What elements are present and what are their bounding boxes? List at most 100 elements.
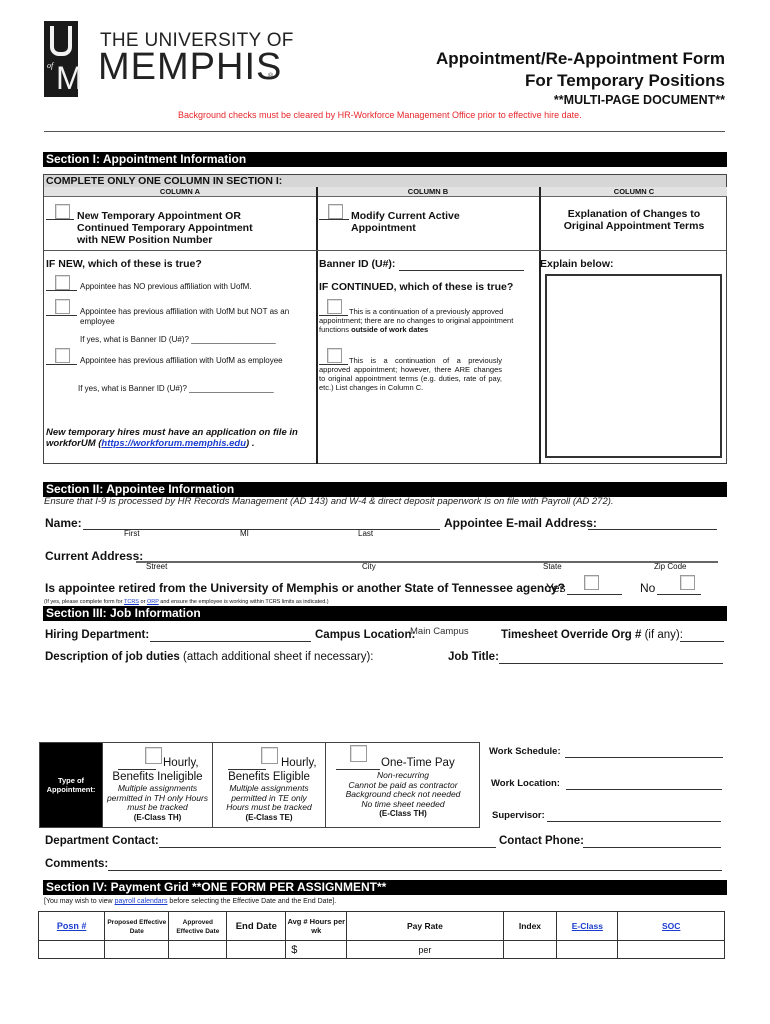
work-location-field[interactable] — [566, 789, 722, 790]
no-affiliation-label: Appointee has NO previous affiliation wi… — [80, 282, 252, 291]
hourly-eligible-checkbox[interactable] — [261, 747, 278, 764]
column-b-header: COLUMN B — [317, 187, 539, 197]
posn-cell[interactable] — [37, 940, 106, 959]
if-continued-question: IF CONTINUED, which of these is true? — [319, 281, 514, 293]
payment-grid-header-row: Posn # Proposed Effective Date Approved … — [37, 911, 725, 941]
col-pay-rate: Pay Rate — [346, 911, 504, 941]
type-one-time-pay: One-Time Pay Non-recurring Cannot be pai… — [325, 743, 480, 827]
type-hourly-eligible: Hourly, Benefits Eligible Multiple assig… — [212, 743, 325, 827]
work-schedule-label: Work Schedule: — [489, 746, 561, 757]
job-duties-label: Description of job duties (attach additi… — [45, 651, 374, 663]
banner-id-followup-1[interactable]: If yes, what is Banner ID (U#)? ________… — [80, 335, 276, 345]
workforum-link[interactable]: https://workforum.memphis.edu — [101, 438, 246, 449]
address-label: Current Address: — [45, 549, 144, 563]
job-duties-field[interactable] — [45, 668, 445, 738]
address-street-caption: Street — [146, 562, 168, 571]
explain-below-label: Explain below: — [540, 258, 614, 270]
comments-label: Comments: — [45, 858, 109, 870]
retired-yes-checkbox[interactable] — [584, 575, 599, 590]
column-a-header: COLUMN A — [44, 187, 316, 197]
dept-contact-field[interactable] — [159, 847, 496, 848]
address-field[interactable] — [136, 561, 718, 563]
comments-field[interactable] — [108, 870, 722, 871]
campus-label: Campus Location: — [315, 629, 416, 641]
section3-header: Section III: Job Information — [43, 606, 727, 621]
job-title-field[interactable] — [499, 663, 723, 664]
col-soc[interactable]: SOC — [617, 911, 725, 941]
banner-id-followup-2[interactable]: If yes, what is Banner ID (U#)? ________… — [78, 384, 274, 394]
registered-mark: ® — [268, 73, 274, 80]
proposed-effective-date-cell[interactable] — [104, 940, 170, 959]
name-first-caption: First — [124, 529, 140, 538]
new-temp-appointment-checkbox[interactable] — [55, 204, 70, 219]
type-of-appointment-label: Type of Appointment: — [40, 743, 102, 827]
header-divider — [44, 131, 725, 132]
option-a-label-1: New Temporary Appointment OR — [77, 210, 241, 222]
pay-rate-cell[interactable]: $ per — [291, 940, 504, 959]
banner-id-field[interactable] — [399, 270, 524, 271]
payroll-calendar-note: [You may wish to view payroll calendars … — [44, 898, 337, 905]
work-schedule-field[interactable] — [565, 757, 723, 758]
affiliation-employee-checkbox[interactable] — [55, 348, 70, 363]
end-date-cell[interactable] — [226, 940, 287, 959]
contact-phone-field[interactable] — [583, 847, 721, 848]
name-label: Name: — [45, 516, 82, 530]
explain-changes-textarea[interactable] — [545, 274, 722, 458]
hiring-dept-label: Hiring Department: — [45, 629, 150, 641]
retired-note: (If yes, please complete form for TCRS o… — [44, 599, 329, 605]
col-avg-hours: Avg # Hours per wk — [285, 911, 348, 941]
modify-active-checkbox[interactable] — [328, 204, 343, 219]
orp-link[interactable]: ORP — [147, 599, 159, 605]
no-affiliation-checkbox[interactable] — [55, 275, 70, 290]
type-hourly-ineligible: Hourly, Benefits Ineligible Multiple ass… — [102, 743, 212, 827]
affiliation-not-employee-label: Appointee has previous affiliation with … — [80, 307, 290, 326]
section1-instruction: COMPLETE ONLY ONE COLUMN IN SECTION I: — [44, 175, 726, 187]
campus-value[interactable]: Main Campus — [410, 626, 469, 637]
email-field[interactable] — [588, 529, 717, 530]
index-cell[interactable] — [502, 940, 558, 959]
continuation-no-changes-label: This is a continuation of a previously a… — [319, 307, 514, 334]
col-posn[interactable]: Posn # — [37, 911, 106, 941]
timesheet-override-field[interactable] — [680, 641, 724, 642]
background-check-notice: Background checks must be cleared by HR-… — [178, 110, 582, 120]
logo-text-line2: MEMPHIS — [98, 46, 283, 88]
row-divider — [44, 250, 726, 251]
col-eclass[interactable]: E-Class — [556, 911, 619, 941]
col-index: Index — [502, 911, 558, 941]
col-end-date: End Date — [226, 911, 287, 941]
hiring-dept-field[interactable] — [150, 641, 311, 642]
pay-per-label: per — [418, 944, 432, 955]
option-a-label-3: with NEW Position Number — [77, 234, 213, 246]
tcrs-link[interactable]: TCRS — [124, 599, 139, 605]
dept-contact-label: Department Contact: — [45, 835, 159, 847]
affiliation-not-employee-checkbox[interactable] — [55, 299, 70, 314]
workforum-note: New temporary hires must have an applica… — [46, 427, 298, 449]
email-label: Appointee E-mail Address: — [444, 516, 597, 530]
payroll-calendars-link[interactable]: payroll calendars — [115, 898, 168, 905]
hourly-ineligible-checkbox[interactable] — [145, 747, 162, 764]
approved-effective-date-cell[interactable] — [168, 940, 228, 959]
column-c-header: COLUMN C — [541, 187, 727, 197]
retired-yes-label: Yes — [546, 581, 566, 595]
supervisor-label: Supervisor: — [492, 810, 545, 821]
retired-question: Is appointee retired from the University… — [45, 581, 565, 595]
logo-u-shape — [50, 26, 72, 56]
address-zip-caption: Zip Code — [654, 562, 687, 571]
eclass-cell[interactable] — [556, 940, 619, 959]
if-new-question: IF NEW, which of these is true? — [46, 258, 202, 270]
banner-id-label: Banner ID (U#): — [319, 258, 396, 270]
contact-phone-label: Contact Phone: — [499, 835, 584, 847]
section1-header: Section I: Appointment Information — [43, 152, 727, 167]
logo-m: M — [56, 60, 83, 96]
logo-of: of — [47, 61, 54, 70]
soc-cell[interactable] — [617, 940, 725, 959]
name-mi-caption: MI — [240, 529, 249, 538]
retired-no-checkbox[interactable] — [680, 575, 695, 590]
supervisor-field[interactable] — [547, 821, 721, 822]
retired-no-label: No — [640, 581, 656, 595]
col-approved-effective-date: Approved Effective Date — [168, 911, 228, 941]
column-c-title-1: Explanation of Changes to — [567, 208, 701, 220]
option-a-label-2: Continued Temporary Appointment — [77, 222, 253, 234]
option-b-label-2: Appointment — [351, 222, 416, 234]
one-time-pay-checkbox[interactable] — [350, 745, 367, 762]
